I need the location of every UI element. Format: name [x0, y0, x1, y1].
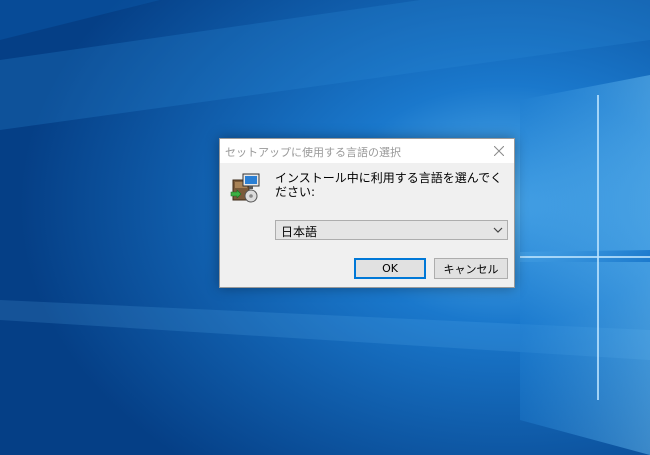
chevron-down-icon	[493, 227, 503, 233]
dialog-title: セットアップに使用する言語の選択	[225, 146, 401, 159]
ok-button[interactable]: OK	[354, 258, 426, 279]
cancel-button[interactable]: キャンセル	[434, 258, 508, 279]
prompt-text: インストール中に利用する言語を選んでください:	[275, 171, 503, 199]
close-icon	[494, 146, 504, 156]
close-button[interactable]	[484, 139, 514, 163]
dialog-titlebar[interactable]: セットアップに使用する言語の選択	[220, 139, 514, 163]
installer-icon	[230, 173, 260, 203]
language-select[interactable]: 日本語	[275, 220, 508, 240]
desktop-background: セットアップに使用する言語の選択 インストール中に利用する言語を選んでください:…	[0, 0, 650, 455]
language-select-dialog: セットアップに使用する言語の選択 インストール中に利用する言語を選んでください:…	[219, 138, 515, 288]
language-select-value: 日本語	[281, 225, 318, 239]
